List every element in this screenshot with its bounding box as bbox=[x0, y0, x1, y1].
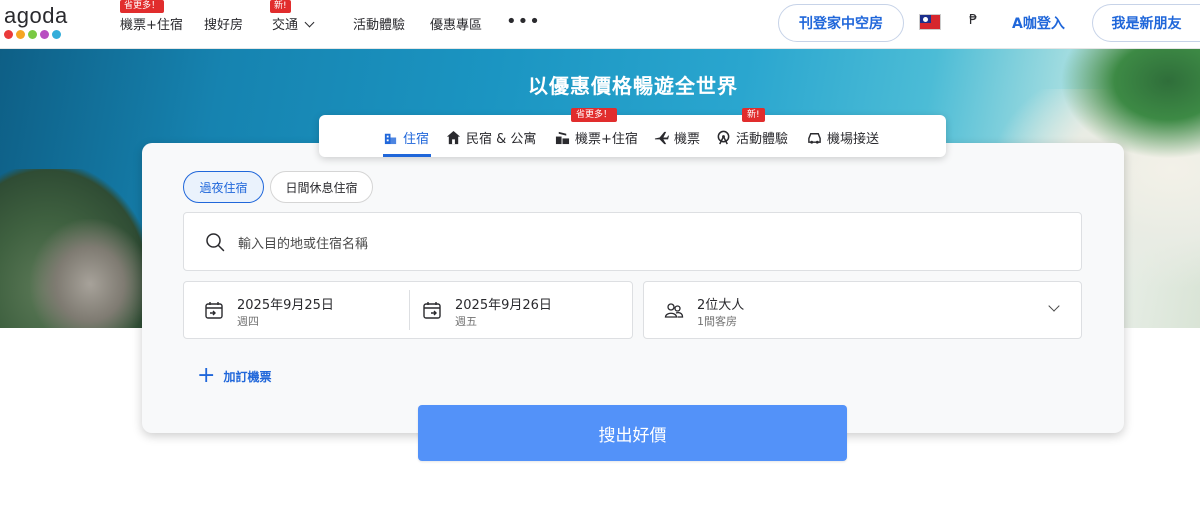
more-menu-icon[interactable]: ••• bbox=[506, 11, 541, 32]
agoda-logo[interactable]: agoda bbox=[4, 5, 70, 41]
rooms-summary: 1間客房 bbox=[697, 315, 737, 328]
tab-activities[interactable]: 活動體驗 bbox=[716, 128, 788, 147]
checkin-date: 2025年9月25日 bbox=[237, 298, 334, 313]
add-flight-button[interactable]: + 加訂機票 bbox=[197, 363, 272, 388]
tab-flights-label: 機票 bbox=[674, 132, 701, 147]
tab-flight-hotel-label: 機票+住宿 bbox=[575, 132, 638, 147]
search-icon bbox=[206, 233, 225, 252]
taiwan-flag-icon[interactable] bbox=[919, 14, 941, 30]
hero-rock-image bbox=[30, 219, 150, 328]
add-flight-label: 加訂機票 bbox=[223, 369, 272, 384]
logo-dot bbox=[4, 30, 13, 39]
signup-button[interactable]: 我是新朋友 bbox=[1092, 4, 1200, 42]
house-icon bbox=[446, 130, 461, 145]
chevron-down-icon bbox=[1048, 300, 1060, 312]
logo-dot bbox=[40, 30, 49, 39]
nav-badge-new: 新! bbox=[270, 0, 291, 13]
destination-search-input[interactable]: 輸入目的地或住宿名稱 bbox=[183, 212, 1082, 271]
currency-selector[interactable]: ₱ bbox=[969, 13, 977, 28]
logo-dot bbox=[28, 30, 37, 39]
plus-icon: + bbox=[197, 363, 216, 388]
checkout-date: 2025年9月26日 bbox=[455, 298, 552, 313]
checkin-date-field[interactable]: 2025年9月25日 週四 bbox=[184, 282, 409, 338]
tab-hotels-label: 住宿 bbox=[403, 132, 430, 147]
nav-item-promotions[interactable]: 優惠專區 bbox=[430, 14, 482, 33]
nav-item-flight-hotel[interactable]: 機票+住宿 bbox=[120, 14, 183, 33]
tab-flights[interactable]: 機票 bbox=[654, 128, 700, 147]
nav-item-activities[interactable]: 活動體驗 bbox=[353, 14, 405, 33]
overnight-stay-pill[interactable]: 過夜住宿 bbox=[183, 171, 264, 203]
day-use-stay-pill[interactable]: 日間休息住宿 bbox=[270, 171, 373, 203]
nav-item-transport-label: 交通 bbox=[272, 18, 299, 33]
search-card: 過夜住宿 日間休息住宿 輸入目的地或住宿名稱 2025年9月25日 週四 202… bbox=[142, 143, 1124, 433]
active-tab-indicator bbox=[383, 154, 431, 157]
top-header: agoda 省更多！ 機票+住宿 搜好房 新! 交通 活動體驗 優惠專區 •••… bbox=[0, 0, 1200, 49]
logo-dot bbox=[52, 30, 61, 39]
tab-badge-new: 新! bbox=[742, 108, 765, 122]
airplane-icon bbox=[654, 131, 669, 145]
calendar-checkout-icon bbox=[423, 302, 441, 319]
chevron-down-icon bbox=[304, 17, 315, 28]
ferris-wheel-icon bbox=[717, 130, 730, 145]
tab-badge-save-more: 省更多！ bbox=[571, 108, 618, 122]
tab-homes[interactable]: 民宿 & 公寓 bbox=[446, 128, 536, 147]
calendar-checkin-icon bbox=[205, 302, 223, 319]
date-range-picker: 2025年9月25日 週四 2025年9月26日 週五 bbox=[183, 281, 633, 339]
tab-homes-label: 民宿 & 公寓 bbox=[466, 132, 537, 147]
tab-airport-transfer-label: 機場接送 bbox=[827, 132, 880, 147]
logo-dots bbox=[4, 30, 70, 39]
flag-canton bbox=[920, 15, 931, 23]
flag-sun bbox=[923, 17, 928, 22]
destination-placeholder: 輸入目的地或住宿名稱 bbox=[238, 237, 369, 252]
nav-badge-save-more: 省更多！ bbox=[120, 0, 165, 13]
flight-hotel-icon bbox=[555, 131, 570, 145]
car-icon bbox=[808, 133, 821, 144]
tab-flight-hotel[interactable]: 機票+住宿 bbox=[555, 128, 638, 147]
checkout-weekday: 週五 bbox=[455, 315, 477, 328]
list-property-button[interactable]: 刊登家中空房 bbox=[778, 4, 904, 42]
guest-selector[interactable]: 2位大人 1間客房 bbox=[643, 281, 1082, 339]
checkin-weekday: 週四 bbox=[237, 315, 259, 328]
nav-item-deals-search[interactable]: 搜好房 bbox=[204, 14, 243, 33]
nav-item-transport[interactable]: 交通 bbox=[272, 14, 315, 33]
logo-dot bbox=[16, 30, 25, 39]
checkout-date-field[interactable]: 2025年9月26日 週五 bbox=[410, 282, 634, 338]
guests-icon bbox=[664, 303, 684, 318]
hero-title: 以優惠價格暢遊全世界 bbox=[528, 74, 738, 98]
logo-text: agoda bbox=[4, 3, 68, 28]
login-link[interactable]: A咖登入 bbox=[1012, 13, 1065, 33]
hotel-icon bbox=[384, 133, 397, 145]
tab-activities-label: 活動體驗 bbox=[736, 132, 789, 147]
tab-hotels[interactable]: 住宿 bbox=[383, 128, 429, 147]
tab-airport-transfer[interactable]: 機場接送 bbox=[807, 128, 879, 147]
product-tabs: 住宿 民宿 & 公寓 機票+住宿 機票 活動體驗 機場接送 bbox=[319, 115, 946, 157]
guests-summary: 2位大人 bbox=[697, 298, 745, 313]
search-button[interactable]: 搜出好價 bbox=[418, 405, 847, 461]
